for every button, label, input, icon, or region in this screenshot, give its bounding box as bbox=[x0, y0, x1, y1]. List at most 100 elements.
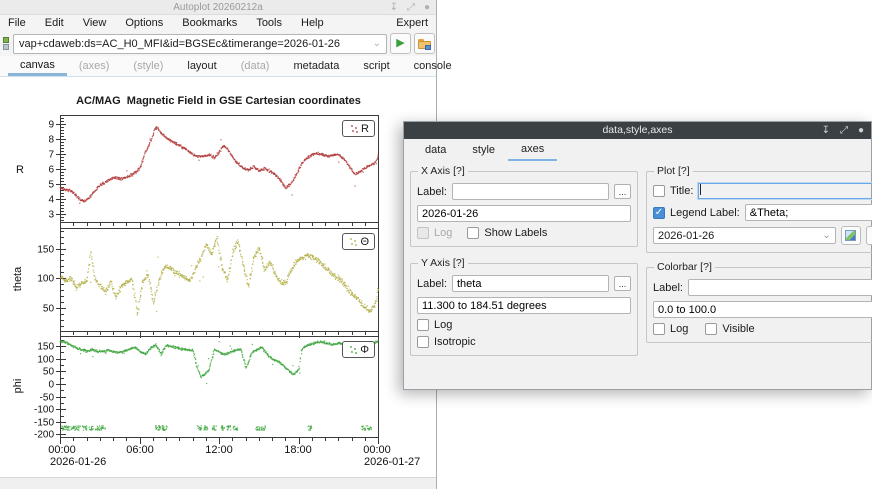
plot-canvas-area[interactable]: AC/MAG Magnetic Field in GSE Cartesian c… bbox=[0, 78, 436, 477]
dialog-title: data,style,axes bbox=[602, 124, 672, 136]
plot-title-caption: Title: bbox=[670, 185, 693, 197]
legend-phi[interactable]: Φ bbox=[342, 341, 375, 358]
legend-swatch-theta bbox=[349, 237, 358, 246]
pin-icon[interactable]: ↧ bbox=[390, 0, 398, 15]
tab-console[interactable]: console bbox=[402, 56, 464, 76]
play-icon: ▶ bbox=[396, 38, 404, 49]
properties-dialog: data,style,axes ↧ ⤢ ● data style axes X … bbox=[403, 121, 872, 390]
colorbar-log-label: Log bbox=[670, 323, 688, 335]
close-icon[interactable]: ● bbox=[858, 122, 864, 139]
menu-options[interactable]: Options bbox=[125, 17, 163, 29]
y-axis-label-input[interactable] bbox=[452, 275, 609, 292]
timerange-combo[interactable]: 2026-01-26 ⌄ bbox=[653, 227, 836, 244]
tab-style[interactable]: (style) bbox=[121, 56, 175, 76]
y-axis-label-theta[interactable]: theta bbox=[12, 267, 24, 291]
plot-group: Plot [?] Title: ... ✓ Legend Label: ... … bbox=[646, 165, 872, 253]
x-axis-label-caption: Label: bbox=[417, 186, 447, 198]
y-axis-group-title[interactable]: Y Axis [?] bbox=[418, 257, 468, 269]
menu-file[interactable]: File bbox=[8, 17, 26, 29]
colorbar-visible-label: Visible bbox=[722, 323, 754, 335]
legend-theta[interactable]: Θ bbox=[342, 233, 375, 250]
plot-legend-input[interactable] bbox=[745, 204, 872, 221]
plot-title-checkbox[interactable] bbox=[653, 185, 665, 197]
y-axis-range-input[interactable] bbox=[417, 297, 631, 314]
y-axis-label-phi[interactable]: phi bbox=[12, 379, 24, 394]
chevron-down-icon: ⌄ bbox=[818, 230, 834, 241]
legend-label-theta: Θ bbox=[360, 236, 369, 248]
x-tick-0600: 06:00 bbox=[126, 444, 154, 456]
menu-bookmarks[interactable]: Bookmarks bbox=[182, 17, 237, 29]
tab-dialog-style[interactable]: style bbox=[459, 139, 508, 161]
x-axis-group-title[interactable]: X Axis [?] bbox=[418, 165, 468, 177]
plot-r[interactable] bbox=[30, 113, 382, 230]
legend-r[interactable]: R bbox=[342, 120, 375, 137]
y-axis-isotropic-label: Isotropic bbox=[434, 336, 476, 348]
plot-theta[interactable] bbox=[30, 226, 382, 339]
plot-group-title[interactable]: Plot [?] bbox=[654, 165, 693, 177]
x-axis-label-more-button[interactable]: ... bbox=[614, 184, 631, 199]
plot-title-input[interactable] bbox=[698, 183, 872, 199]
y-axis-label-more-button[interactable]: ... bbox=[614, 276, 631, 291]
previous-interval-button[interactable]: ◀◀ bbox=[866, 226, 872, 245]
tab-dialog-axes[interactable]: axes bbox=[508, 139, 557, 161]
restore-icon[interactable]: ⤢ bbox=[407, 0, 415, 15]
x-tick-0000-left: 00:00 bbox=[48, 444, 76, 456]
x-date-right: 2026-01-27 bbox=[364, 456, 420, 468]
x-axis-log-checkbox[interactable] bbox=[417, 227, 429, 239]
go-button[interactable]: ▶ bbox=[390, 33, 411, 54]
tab-axes[interactable]: (axes) bbox=[67, 56, 122, 76]
menu-view[interactable]: View bbox=[83, 17, 107, 29]
main-tab-bar: canvas (axes) (style) layout (data) meta… bbox=[0, 56, 436, 77]
tab-layout[interactable]: layout bbox=[175, 56, 228, 76]
restore-icon[interactable]: ⤢ bbox=[840, 122, 848, 139]
timerange-tool-button[interactable] bbox=[841, 226, 861, 245]
window-title: Autoplot 20260212a bbox=[173, 2, 263, 13]
colorbar-group: Colorbar [?] Label: ... Log Visible bbox=[646, 261, 872, 343]
plot-legend-checkbox[interactable]: ✓ bbox=[653, 207, 665, 219]
autoplot-window: Autoplot 20260212a ↧ ⤢ ● File Edit View … bbox=[0, 0, 437, 489]
window-titlebar[interactable]: Autoplot 20260212a ↧ ⤢ ● bbox=[0, 0, 436, 15]
legend-swatch-r bbox=[350, 124, 359, 133]
colorbar-label-caption: Label: bbox=[653, 282, 683, 294]
x-axis-range-input[interactable] bbox=[417, 205, 631, 222]
x-tick-0000-right: 00:00 bbox=[363, 444, 391, 456]
menu-tools[interactable]: Tools bbox=[256, 17, 282, 29]
timerange-icon bbox=[845, 230, 856, 241]
y-axis-log-checkbox[interactable] bbox=[417, 319, 429, 331]
tab-canvas[interactable]: canvas bbox=[8, 56, 67, 76]
menu-help[interactable]: Help bbox=[301, 17, 324, 29]
x-axis-label-input[interactable] bbox=[452, 183, 609, 200]
x-tick-1200: 12:00 bbox=[205, 444, 233, 456]
plot-phi[interactable] bbox=[30, 334, 382, 445]
x-axis-group: X Axis [?] Label: ... Log Show Labels bbox=[410, 165, 638, 247]
browse-button[interactable] bbox=[414, 33, 435, 54]
check-icon: ✓ bbox=[655, 207, 663, 218]
y-axis-label-caption: Label: bbox=[417, 278, 447, 290]
uri-input[interactable]: vap+cdaweb:ds=AC_H0_MFI&id=BGSEc&timeran… bbox=[13, 34, 387, 54]
colorbar-log-checkbox[interactable] bbox=[653, 323, 665, 335]
colorbar-label-input[interactable] bbox=[688, 279, 872, 296]
address-toolbar: vap+cdaweb:ds=AC_H0_MFI&id=BGSEc&timeran… bbox=[0, 31, 436, 56]
x-tick-1800: 18:00 bbox=[284, 444, 312, 456]
colorbar-group-title[interactable]: Colorbar [?] bbox=[654, 261, 715, 273]
menu-edit[interactable]: Edit bbox=[45, 17, 64, 29]
x-axis-show-labels-label: Show Labels bbox=[484, 227, 547, 239]
menu-bar: File Edit View Options Bookmarks Tools H… bbox=[0, 15, 436, 31]
uri-value[interactable]: vap+cdaweb:ds=AC_H0_MFI&id=BGSEc&timeran… bbox=[19, 38, 368, 50]
colorbar-range-input[interactable] bbox=[653, 301, 872, 318]
pin-icon[interactable]: ↧ bbox=[822, 122, 830, 139]
legend-label-r: R bbox=[361, 123, 369, 135]
tab-data[interactable]: (data) bbox=[229, 56, 282, 76]
chevron-down-icon[interactable]: ⌄ bbox=[368, 38, 386, 49]
tab-metadata[interactable]: metadata bbox=[281, 56, 351, 76]
x-axis-show-labels-checkbox[interactable] bbox=[467, 227, 479, 239]
colorbar-visible-checkbox[interactable] bbox=[705, 323, 717, 335]
y-axis-label-r[interactable]: R bbox=[16, 164, 24, 176]
dialog-titlebar[interactable]: data,style,axes ↧ ⤢ ● bbox=[404, 122, 871, 139]
expert-menu[interactable]: Expert bbox=[396, 15, 428, 31]
tab-dialog-data[interactable]: data bbox=[412, 139, 459, 161]
close-icon[interactable]: ● bbox=[424, 0, 430, 15]
legend-swatch-phi bbox=[349, 345, 358, 354]
tab-script[interactable]: script bbox=[351, 56, 401, 76]
y-axis-isotropic-checkbox[interactable] bbox=[417, 336, 429, 348]
